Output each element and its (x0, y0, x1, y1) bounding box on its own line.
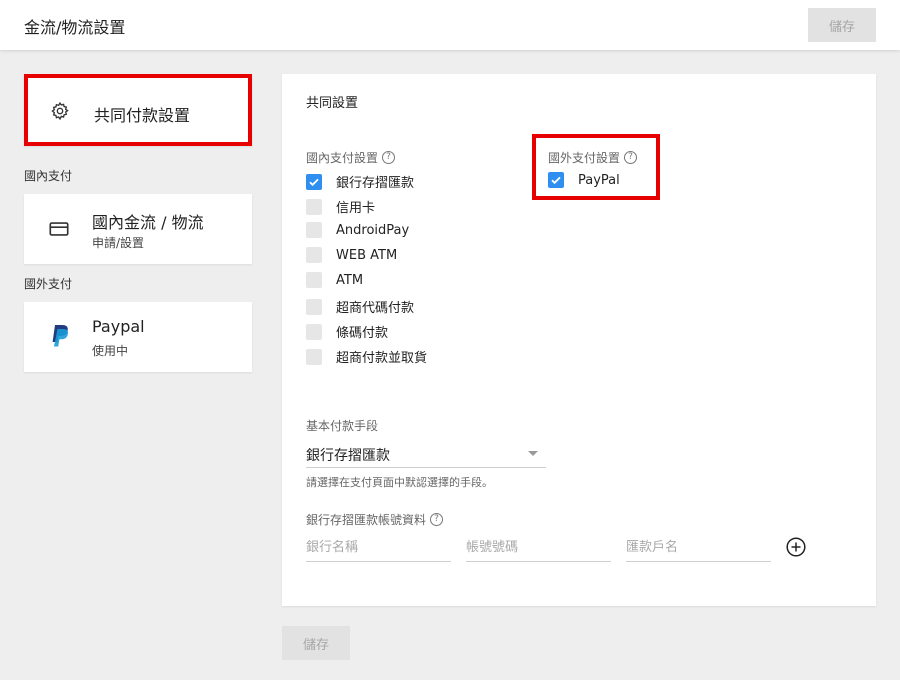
paypal-card[interactable]: Paypal 使用中 (24, 302, 252, 372)
help-icon[interactable]: ? (382, 151, 396, 164)
default-method-value: 銀行存摺匯款 (306, 448, 390, 464)
account-holder-input[interactable] (626, 534, 771, 562)
add-circle-icon[interactable] (786, 537, 806, 557)
foreign-settings-highlight (532, 134, 660, 200)
common-settings-panel: 共同設置 國內支付設置 ? 銀行存摺匯款 信用卡 AndroidPay WEB … (282, 74, 876, 606)
top-bar: 金流/物流設置 儲存 (0, 0, 900, 50)
paypal-logo-icon (52, 325, 69, 347)
option-paypal[interactable]: PayPal (548, 172, 620, 188)
option-label: AndroidPay (336, 222, 410, 238)
checkbox-checked[interactable] (548, 172, 564, 188)
checkbox-checked[interactable] (306, 173, 322, 190)
check-icon (309, 178, 319, 186)
option-credit-card[interactable]: 信用卡 (306, 197, 375, 216)
foreign-payment-section-label: 國外支付 (24, 277, 73, 291)
option-barcode[interactable]: 條碼付款 (306, 322, 388, 341)
option-label: 銀行存摺匯款 (336, 176, 415, 191)
option-convenience-store-code[interactable]: 超商代碼付款 (306, 297, 414, 316)
save-button-top[interactable]: 儲存 (808, 8, 876, 42)
paypal-name: Paypal (92, 317, 145, 336)
foreign-settings-title-text: 國外支付設置 (548, 151, 621, 165)
default-method-select[interactable]: 銀行存摺匯款 (306, 440, 546, 468)
option-bank-transfer[interactable]: 銀行存摺匯款 (306, 172, 414, 191)
common-payment-settings-card[interactable]: 共同付款設置 (24, 74, 252, 146)
option-label: WEB ATM (336, 247, 398, 263)
option-label: 超商付款並取貨 (336, 351, 428, 366)
domestic-settings-title-text: 國內支付設置 (306, 151, 379, 165)
save-button-bottom[interactable]: 儲存 (282, 626, 350, 660)
option-label: 信用卡 (336, 201, 376, 216)
option-web-atm[interactable]: WEB ATM (306, 247, 397, 263)
checkbox-unchecked[interactable] (306, 222, 322, 238)
foreign-settings-title: 國外支付設置 ? (548, 149, 638, 166)
bank-account-label: 銀行存摺匯款帳號資料 ? (306, 511, 444, 528)
checkbox-unchecked[interactable] (306, 323, 322, 340)
option-atm[interactable]: ATM (306, 272, 363, 288)
gear-icon (51, 101, 69, 121)
checkbox-unchecked[interactable] (306, 272, 322, 288)
domestic-payment-card[interactable]: 國內金流 / 物流 申請/設置 (24, 194, 252, 264)
page-title: 金流/物流設置 (24, 18, 126, 37)
account-number-input[interactable] (466, 534, 611, 562)
domestic-payment-status: 申請/設置 (92, 236, 145, 250)
bank-account-label-text: 銀行存摺匯款帳號資料 (306, 513, 427, 527)
domestic-payment-name: 國內金流 / 物流 (92, 213, 204, 232)
option-label: 超商代碼付款 (336, 301, 415, 316)
default-method-label: 基本付款手段 (306, 419, 379, 433)
checkbox-unchecked[interactable] (306, 348, 322, 365)
chevron-down-icon (528, 451, 538, 456)
domestic-payment-section-label: 國內支付 (24, 169, 73, 183)
option-label: 條碼付款 (336, 326, 389, 341)
bank-name-input[interactable] (306, 534, 451, 562)
check-icon (551, 176, 561, 185)
common-payment-settings-label: 共同付款設置 (94, 106, 191, 125)
option-label: ATM (336, 272, 364, 288)
option-store-pickup-payment[interactable]: 超商付款並取貨 (306, 347, 427, 366)
checkbox-unchecked[interactable] (306, 198, 322, 215)
domestic-settings-title: 國內支付設置 ? (306, 149, 396, 166)
option-androidpay[interactable]: AndroidPay (306, 222, 409, 238)
option-label: PayPal (578, 172, 620, 188)
paypal-status: 使用中 (92, 344, 129, 358)
checkbox-unchecked[interactable] (306, 247, 322, 263)
default-method-hint: 請選擇在支付頁面中默認選擇的手段。 (306, 476, 493, 489)
help-icon[interactable]: ? (430, 513, 444, 526)
checkbox-unchecked[interactable] (306, 298, 322, 315)
credit-card-icon (49, 222, 69, 236)
panel-title: 共同設置 (306, 96, 359, 111)
help-icon[interactable]: ? (624, 151, 638, 164)
